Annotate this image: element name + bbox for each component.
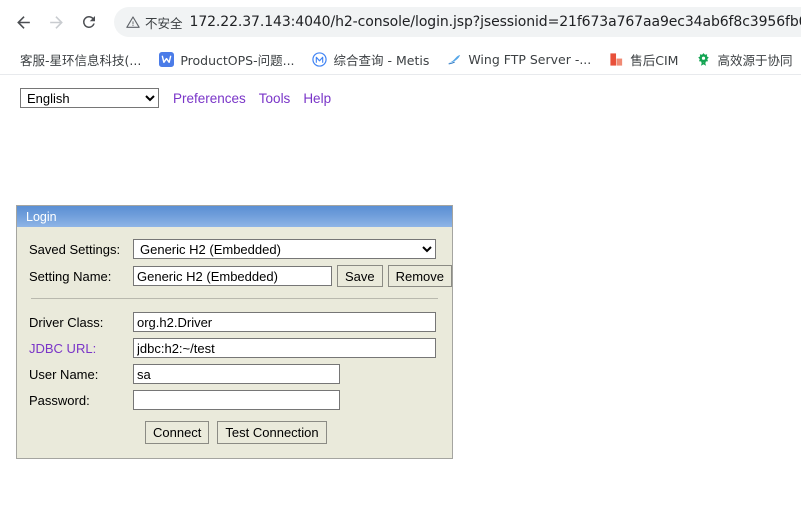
driver-class-label: Driver Class: [29, 314, 104, 330]
bookmark-label: 客服-星环信息科技(... [20, 52, 142, 68]
back-button[interactable] [8, 7, 38, 37]
language-select[interactable]: English [20, 88, 159, 108]
bookmark-item[interactable]: 高效源于协同 [688, 47, 799, 71]
saved-settings-select[interactable]: Generic H2 (Embedded) [133, 239, 436, 259]
setting-name-label: Setting Name: [29, 268, 112, 284]
h2-topbar: English Preferences Tools Help [0, 75, 801, 108]
bookmark-label: Wing FTP Server -... [468, 51, 592, 67]
password-row: Password: [17, 390, 452, 410]
tools-link[interactable]: Tools [259, 91, 291, 106]
connect-button[interactable]: Connect [145, 421, 210, 444]
cim-icon [608, 51, 624, 67]
url-text: 172.22.37.143:4040/h2-console/login.jsp?… [189, 14, 801, 30]
bookmark-item[interactable]: ProductOPS-问题... [151, 47, 301, 71]
login-panel-title: Login [17, 206, 452, 227]
jdbc-url-row: JDBC URL: [17, 338, 452, 358]
back-arrow-icon [16, 15, 30, 29]
bookmark-item[interactable]: 客服-星环信息科技(... [20, 47, 148, 71]
driver-class-row: Driver Class: [17, 312, 452, 332]
collab-icon [695, 51, 711, 67]
address-bar[interactable]: 不安全 172.22.37.143:4040/h2-console/login.… [114, 7, 801, 37]
wing-ftp-icon [446, 51, 462, 67]
password-input[interactable] [133, 390, 340, 410]
preferences-link[interactable]: Preferences [173, 91, 246, 106]
user-name-input[interactable] [133, 364, 340, 384]
setting-name-row: Setting Name: Save Remove [17, 265, 452, 287]
bookmark-label: 综合查询 - Metis [333, 52, 430, 68]
save-button[interactable]: Save [336, 265, 383, 287]
remove-button[interactable]: Remove [387, 265, 452, 287]
help-link[interactable]: Help [303, 91, 331, 106]
bookmark-label: ProductOPS-问题... [180, 52, 295, 68]
saved-settings-row: Saved Settings: Generic H2 (Embedded) [17, 239, 452, 259]
user-name-label: User Name: [29, 366, 99, 382]
user-name-row: User Name: [17, 364, 452, 384]
bookmark-label: 售后CIM [630, 52, 679, 68]
h2-top-menu: Preferences Tools Help [173, 91, 331, 106]
login-actions: Connect Test Connection [17, 421, 452, 444]
warning-triangle-icon [126, 16, 140, 28]
metis-icon [312, 51, 328, 67]
reload-button[interactable] [74, 7, 104, 37]
bookmark-item[interactable]: 综合查询 - Metis [305, 47, 437, 71]
driver-class-input[interactable] [133, 312, 436, 332]
bookmark-item[interactable]: Wing FTP Server -... [439, 47, 598, 71]
login-form: Saved Settings: Generic H2 (Embedded) Se… [17, 227, 452, 458]
bookmark-label: 高效源于协同 [717, 52, 793, 68]
reload-icon [82, 15, 95, 28]
password-label: Password: [29, 392, 90, 408]
bookmark-item[interactable]: 售后CIM [601, 47, 685, 71]
forward-button[interactable] [41, 7, 71, 37]
security-status-text: 不安全 [145, 15, 183, 31]
h2-console-page: English Preferences Tools Help Login Sav… [0, 75, 801, 519]
test-connection-button[interactable]: Test Connection [217, 421, 327, 444]
jdbc-url-input[interactable] [133, 338, 436, 358]
forward-arrow-icon [49, 15, 63, 29]
security-status-chip[interactable]: 不安全 [125, 13, 183, 32]
form-divider [31, 298, 438, 299]
browser-toolbar: 不安全 172.22.37.143:4040/h2-console/login.… [0, 0, 801, 44]
login-panel: Login Saved Settings: Generic H2 (Embedd… [16, 205, 453, 459]
productops-icon [158, 51, 174, 67]
setting-name-input[interactable] [133, 266, 332, 286]
jdbc-url-label[interactable]: JDBC URL: [29, 341, 133, 356]
saved-settings-label: Saved Settings: [29, 241, 121, 257]
browser-chrome: 不安全 172.22.37.143:4040/h2-console/login.… [0, 0, 801, 75]
bookmarks-bar: 客服-星环信息科技(... ProductOPS-问题... 综合查询 - Me… [0, 44, 801, 74]
